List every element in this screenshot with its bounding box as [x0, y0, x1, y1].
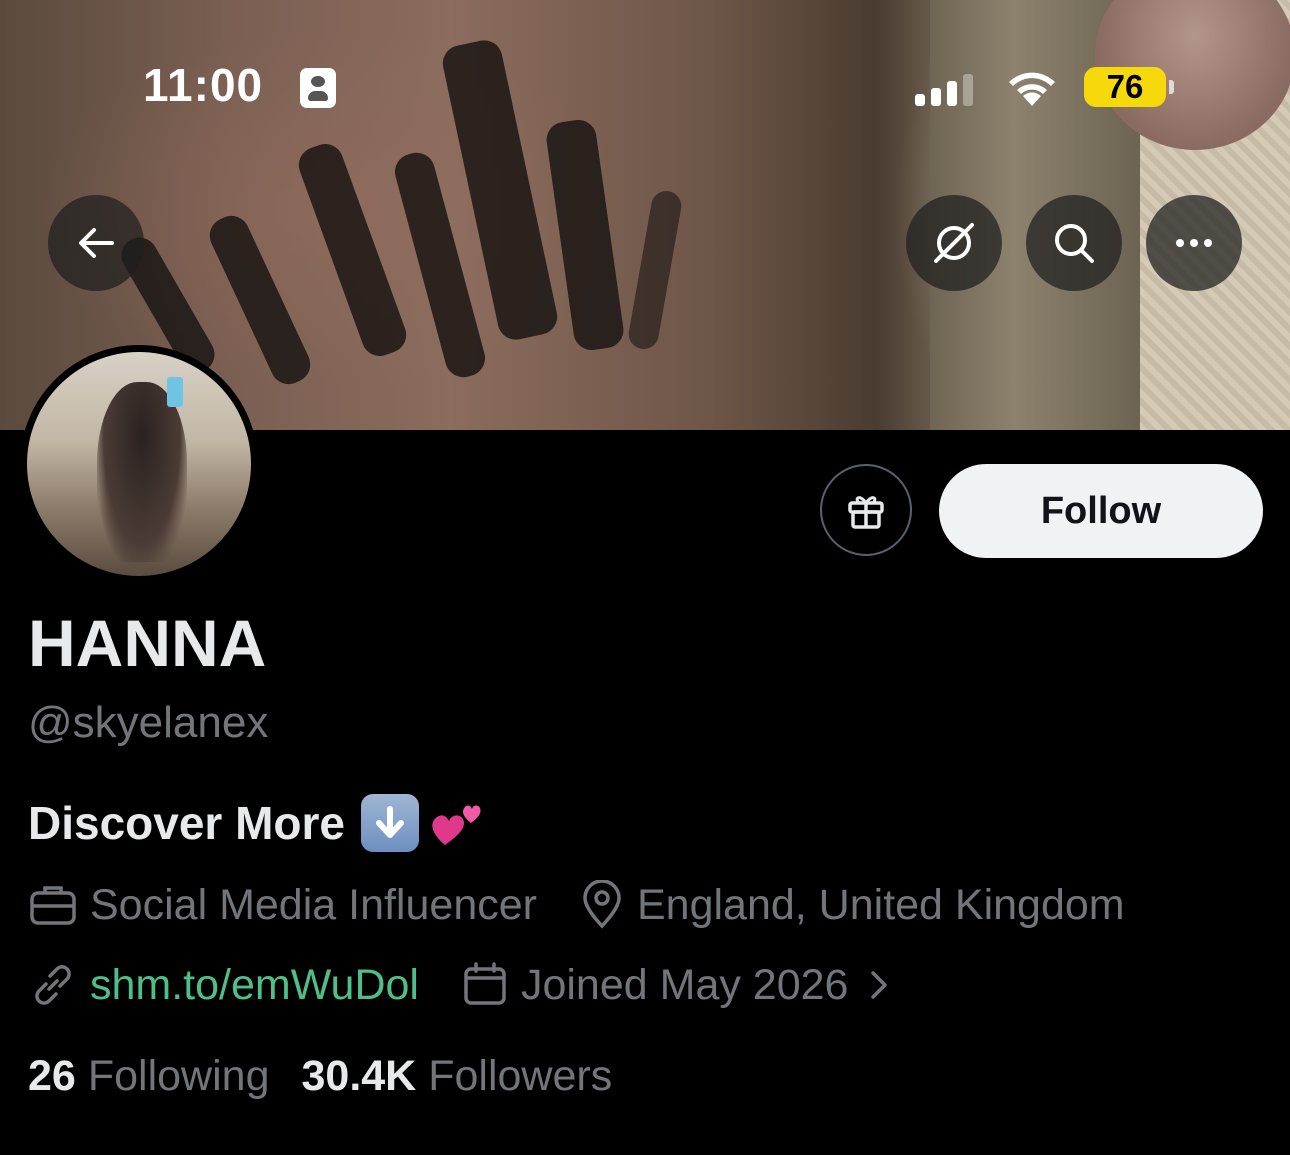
follow-stats: 26 Following 30.4K Followers: [28, 1052, 612, 1101]
display-name: HANNA: [28, 606, 267, 680]
following-stat[interactable]: 26 Following: [28, 1052, 269, 1101]
follow-button[interactable]: Follow: [939, 464, 1263, 558]
back-button[interactable]: [48, 195, 144, 291]
more-button[interactable]: [1146, 195, 1242, 291]
location-pin-icon: [583, 880, 621, 929]
grok-button[interactable]: [906, 195, 1002, 291]
chevron-right-icon: [871, 971, 888, 999]
down-arrow-emoji: [361, 794, 420, 852]
cellular-signal-icon: [915, 72, 979, 106]
avatar-person: [97, 382, 187, 562]
category-item: Social Media Influencer: [28, 881, 537, 930]
followers-count: 30.4K: [301, 1052, 417, 1100]
joined-text: Joined May 2026: [520, 960, 849, 1009]
profile-meta-row-2: shm.to/emWuDol Joined May 2026: [28, 960, 908, 1010]
followers-label: Followers: [428, 1052, 613, 1100]
back-arrow-icon: [79, 228, 114, 258]
gift-icon: [848, 496, 884, 529]
battery-indicator: 76: [1084, 67, 1166, 107]
profile-link[interactable]: shm.to/emWuDol: [90, 961, 419, 1010]
avatar-phone: [167, 377, 183, 407]
status-time: 11:00: [143, 59, 264, 111]
banner-tattoo-stroke: [203, 209, 317, 391]
two-hearts-emoji: [427, 793, 487, 853]
following-label: Following: [87, 1052, 270, 1100]
link-icon: [35, 965, 71, 1005]
category-text: Social Media Influencer: [90, 880, 537, 929]
followers-stat[interactable]: 30.4K Followers: [301, 1052, 612, 1101]
bio-text: Discover More: [28, 797, 346, 849]
search-button[interactable]: [1026, 195, 1122, 291]
joined-item[interactable]: Joined May 2026: [461, 961, 909, 1010]
id-badge-icon: [300, 68, 336, 108]
bio: Discover More: [28, 793, 487, 853]
profile-avatar[interactable]: [20, 345, 258, 583]
user-handle: @skyelanex: [28, 698, 269, 747]
link-item[interactable]: shm.to/emWuDol: [28, 960, 419, 1010]
banner-tattoo-stroke: [626, 188, 684, 352]
location-item: England, United Kingdom: [579, 880, 1125, 930]
calendar-icon: [464, 962, 506, 1005]
wifi-icon: [1009, 72, 1055, 106]
gift-button[interactable]: [820, 464, 912, 556]
search-icon: [1055, 224, 1094, 263]
following-count: 26: [28, 1052, 76, 1100]
briefcase-icon: [30, 886, 76, 925]
profile-meta-row: Social Media Influencer England, United …: [28, 880, 1125, 930]
grok-icon: [934, 223, 974, 263]
location-text: England, United Kingdom: [636, 880, 1125, 929]
banner-tattoo-stroke: [293, 138, 412, 362]
battery-tip: [1169, 80, 1174, 94]
more-icon: [1176, 239, 1212, 247]
